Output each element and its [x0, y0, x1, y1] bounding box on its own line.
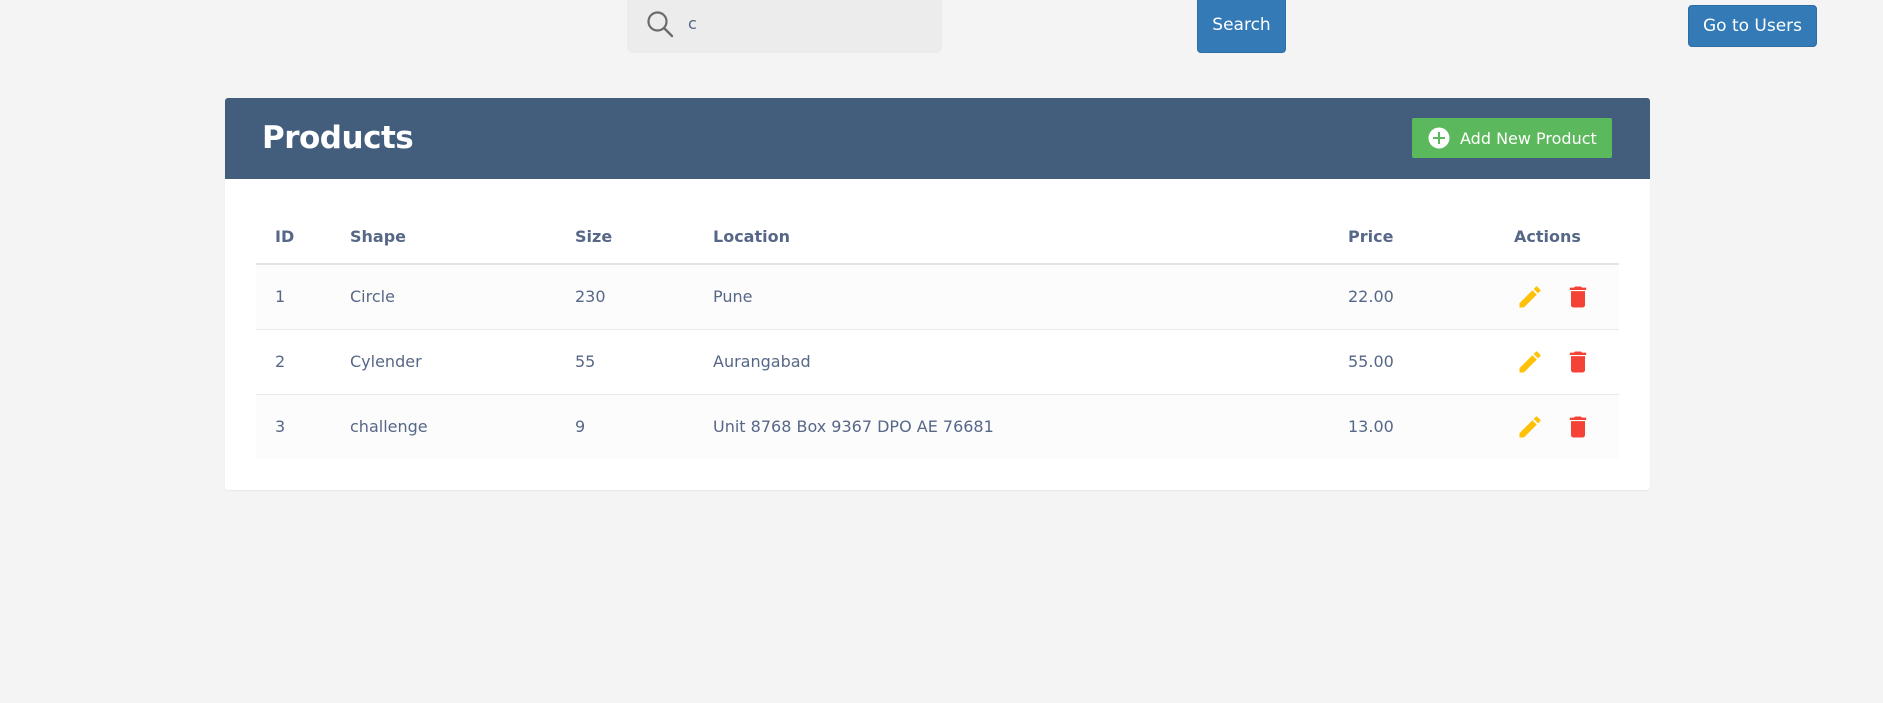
- table-header-row: ID Shape Size Location Price Actions: [256, 210, 1619, 265]
- cell-price: 13.00: [1329, 394, 1495, 459]
- plus-circle-icon: [1428, 127, 1450, 149]
- cell-price: 22.00: [1329, 264, 1495, 330]
- products-panel: Products Add New Product ID Shape Size L…: [225, 98, 1650, 490]
- pencil-icon[interactable]: [1516, 283, 1544, 311]
- trash-icon[interactable]: [1564, 348, 1592, 376]
- cell-shape: challenge: [331, 394, 556, 459]
- cell-actions: [1495, 394, 1619, 459]
- products-table: ID Shape Size Location Price Actions 1 C…: [256, 210, 1619, 459]
- cell-size: 230: [556, 264, 694, 330]
- table-row: 3 challenge 9 Unit 8768 Box 9367 DPO AE …: [256, 394, 1619, 459]
- cell-size: 9: [556, 394, 694, 459]
- cell-id: 2: [256, 329, 331, 395]
- search-button[interactable]: Search: [1197, 0, 1286, 53]
- trash-icon[interactable]: [1564, 413, 1592, 441]
- header-id: ID: [256, 210, 331, 265]
- pencil-icon[interactable]: [1516, 348, 1544, 376]
- cell-location: Unit 8768 Box 9367 DPO AE 76681: [694, 394, 1329, 459]
- trash-icon[interactable]: [1564, 283, 1592, 311]
- add-new-product-label: Add New Product: [1460, 128, 1597, 148]
- go-to-users-button[interactable]: Go to Users: [1688, 5, 1817, 47]
- cell-id: 3: [256, 394, 331, 459]
- cell-id: 1: [256, 264, 331, 330]
- cell-shape: Cylender: [331, 329, 556, 395]
- cell-shape: Circle: [331, 264, 556, 330]
- panel-header: Products Add New Product: [225, 98, 1650, 179]
- table-row: 1 Circle 230 Pune 22.00: [256, 264, 1619, 330]
- header-shape: Shape: [331, 210, 556, 265]
- header-size: Size: [556, 210, 694, 265]
- cell-size: 55: [556, 329, 694, 395]
- add-new-product-button[interactable]: Add New Product: [1412, 118, 1612, 158]
- table-row: 2 Cylender 55 Aurangabad 55.00: [256, 329, 1619, 395]
- header-actions: Actions: [1495, 210, 1619, 265]
- search-icon: [647, 11, 674, 38]
- pencil-icon[interactable]: [1516, 413, 1544, 441]
- cell-location: Aurangabad: [694, 329, 1329, 395]
- cell-actions: [1495, 329, 1619, 395]
- cell-actions: [1495, 264, 1619, 330]
- header-location: Location: [694, 210, 1329, 265]
- header-price: Price: [1329, 210, 1495, 265]
- search-input[interactable]: [686, 8, 928, 38]
- cell-location: Pune: [694, 264, 1329, 330]
- page-title: Products: [262, 120, 414, 156]
- cell-price: 55.00: [1329, 329, 1495, 395]
- search-box: [627, 0, 942, 53]
